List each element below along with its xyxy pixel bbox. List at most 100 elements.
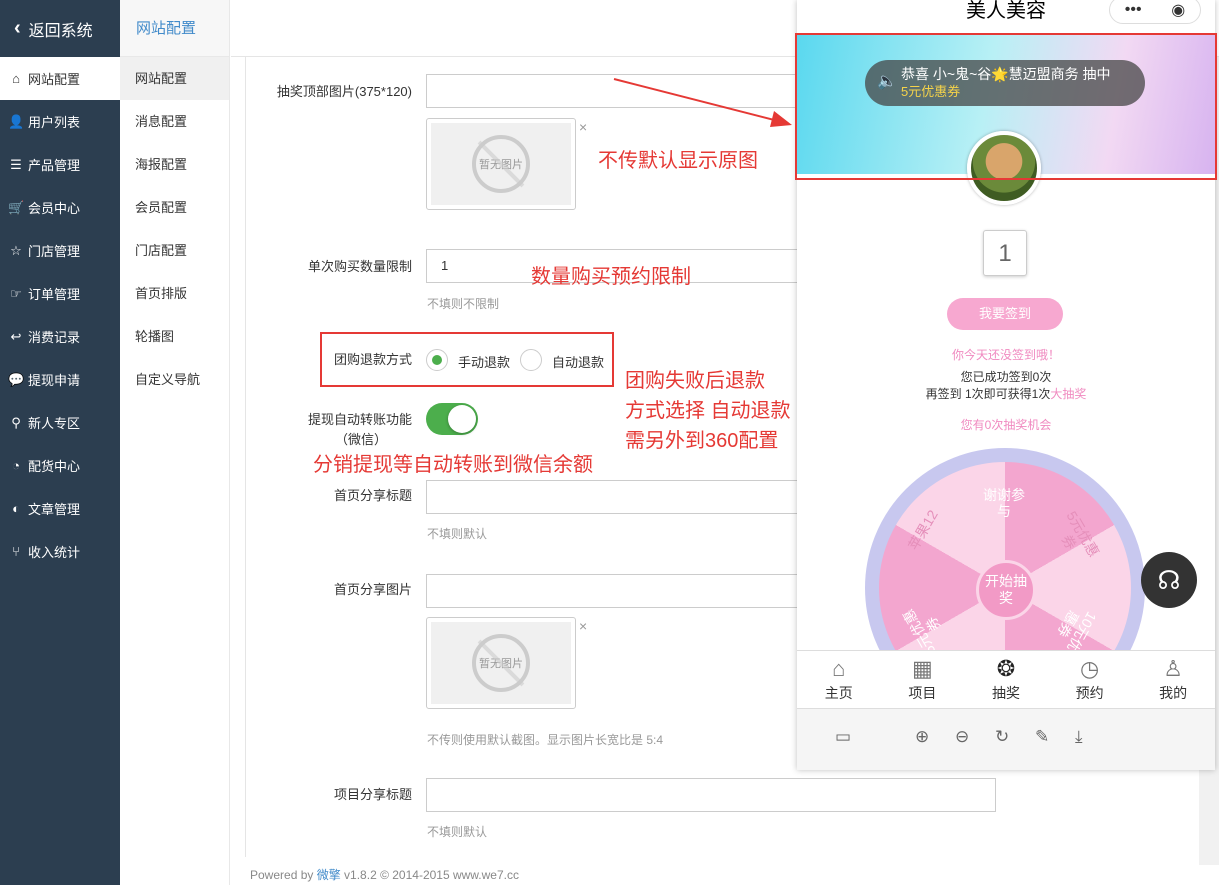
main-sidebar: ‹ 返回系统 ⌂ 网站配置 👤 用户列表 ☰ 产品管理 🛒 会员中心 ☆ 门店管理 ☞ 订单… [0,0,120,885]
cart-icon: 🛒 [8,199,25,215]
submenu-item-store-config[interactable]: 门店配置 [120,229,229,272]
start-lottery-button[interactable]: 开始抽奖 [976,560,1036,620]
clock-icon: ◷ [1079,656,1100,681]
sidebar-item-label: 产品管理 [28,158,81,173]
submenu-item-poster-config[interactable]: 海报配置 [120,143,229,186]
auto-transfer-toggle[interactable] [426,403,478,435]
sign-in-button[interactable]: 我要签到 [947,298,1063,330]
branch-icon: ⑂ [12,544,20,559]
sidebar-item-label: 用户列表 [28,115,81,130]
submenu-item-member-config[interactable]: 会员配置 [120,186,229,229]
tab-home[interactable]: ⌂ 主页 [797,651,881,708]
sidebar-item-label: 会员中心 [28,201,81,216]
thumb-icon: ☞ [10,285,22,301]
prize-thanks: 谢谢参与 [983,487,1025,519]
annotation-default-image: 不传默认显示原图 [598,150,758,172]
project-share-title-label: 项目分享标题 [333,787,412,802]
more-icon[interactable]: ••• [1125,1,1142,19]
back-to-system-button[interactable]: ‹ 返回系统 [0,0,120,57]
lottery-icon: ❂ [996,656,1016,681]
sign-day-count: 1 [983,230,1027,276]
lottery-image-label: 抽奖顶部图片(375*120) [276,84,412,99]
footer-brand[interactable]: 微擎 [317,868,341,882]
user-icon: 👤 [8,113,25,129]
sidebar-item-label: 门店管理 [28,244,81,259]
sidebar-item-articles[interactable]: ◐ 文章管理 [0,487,120,530]
annotation-auto-transfer: 分销提现等自动转账到微信余额 [313,454,593,476]
sidebar-item-label: 配货中心 [28,459,81,474]
profile-icon: ♙ [1163,656,1184,681]
grid-icon: ▦ [911,656,933,681]
download-icon[interactable]: ⤓ [1075,727,1083,747]
share-title-input[interactable] [426,480,816,514]
share-image-hint: 不传则使用默认截图。显示图片长宽比是 5:4 [427,733,664,747]
close-icon[interactable]: × [579,119,587,135]
no-image-icon: 暂无图片 [472,135,530,193]
close-target-icon[interactable]: ◉ [1171,0,1185,20]
sidebar-item-label: 收入统计 [28,545,81,560]
auto-transfer-sub-label: （微信） [334,432,387,447]
mini-program-capsule: ••• ◉ [1109,0,1201,24]
sidebar-item-distribution[interactable]: ◔ 配货中心 [0,444,120,487]
customer-service-icon[interactable]: ☊ [1141,552,1197,608]
refresh-icon[interactable]: ↻ [995,727,1009,747]
arrow-icon [613,78,792,127]
tab-booking[interactable]: ◷ 预约 [1048,651,1132,708]
refund-highlight-box [320,332,614,387]
back-label: 返回系统 [28,22,93,40]
sidebar-item-label: 消费记录 [28,330,81,345]
edit-icon[interactable]: ✎ [1035,727,1049,747]
tab-lottery[interactable]: ❂ 抽奖 [964,651,1048,708]
project-share-title-hint: 不填则默认 [427,825,488,839]
reply-icon: ↩ [10,328,22,344]
sidebar-item-newcomer[interactable]: ⚲ 新人专区 [0,401,120,444]
banner-highlight-box [795,33,1217,180]
purchase-limit-label: 单次购买数量限制 [307,259,412,274]
no-image-icon: 暂无图片 [472,634,530,692]
annotation-purchase-limit: 数量购买预约限制 [531,266,691,288]
tab-label: 预约 [1075,685,1104,701]
zoom-out-icon[interactable]: ⊖ [955,727,969,747]
no-image-text: 暂无图片 [479,159,523,171]
not-signed-text: 你今天还没签到哦！ [951,348,1060,362]
close-icon[interactable]: × [579,618,587,634]
more-sign-prefix: 再签到 1次即可获得1次 [925,387,1051,401]
purchase-limit-hint: 不填则不限制 [427,297,500,311]
submenu-item-home-layout[interactable]: 首页排版 [120,272,229,315]
sidebar-item-withdraw[interactable]: 💬 提现申请 [0,358,120,401]
sidebar-item-orders[interactable]: ☞ 订单管理 [0,272,120,315]
lottery-chances-text: 您有0次抽奖机会 [960,418,1052,432]
project-share-title-input[interactable] [426,778,996,812]
sidebar-item-stores[interactable]: ☆ 门店管理 [0,229,120,272]
sidebar-item-consumption[interactable]: ↩ 消费记录 [0,315,120,358]
device-icon[interactable]: ▭ [835,727,851,747]
sidebar-item-label: 文章管理 [28,502,81,517]
home-icon: ⌂ [12,71,20,86]
sidebar-item-income[interactable]: ⑂ 收入统计 [0,530,120,573]
submenu-item-carousel[interactable]: 轮播图 [120,315,229,358]
pie-icon: ◔ [12,458,20,473]
tab-projects[interactable]: ▦ 项目 [881,651,965,708]
submenu-item-custom-nav[interactable]: 自定义导航 [120,358,229,401]
sidebar-item-members[interactable]: 🛒 会员中心 [0,186,120,229]
footer-prefix: Powered by [250,868,317,882]
wechat-icon: 💬 [8,371,25,387]
sidebar-item-site-config[interactable]: ⌂ 网站配置 [0,57,120,100]
sidebar-item-products[interactable]: ☰ 产品管理 [0,143,120,186]
footer: Powered by 微擎 v1.8.2 © 2014-2015 www.we7… [250,866,519,883]
share-image-input[interactable] [426,574,816,608]
auto-transfer-label: 提现自动转账功能 [307,412,412,427]
share-image-label: 首页分享图片 [333,582,412,597]
more-sign-text: 再签到 1次即可获得1次大抽奖 [797,385,1215,402]
submenu-item-site-config[interactable]: 网站配置 [120,57,229,100]
tab-label: 主页 [824,685,853,701]
submenu-item-message-config[interactable]: 消息配置 [120,100,229,143]
zoom-in-icon[interactable]: ⊕ [915,727,929,747]
share-image-preview: 暂无图片 [426,617,576,709]
grand-lottery-link[interactable]: 大抽奖 [1050,387,1086,401]
tab-mine[interactable]: ♙ 我的 [1131,651,1215,708]
sidebar-item-label: 提现申请 [28,373,81,388]
sidebar-item-users[interactable]: 👤 用户列表 [0,100,120,143]
share-title-label: 首页分享标题 [333,488,412,503]
product-icon: ☰ [10,156,22,172]
